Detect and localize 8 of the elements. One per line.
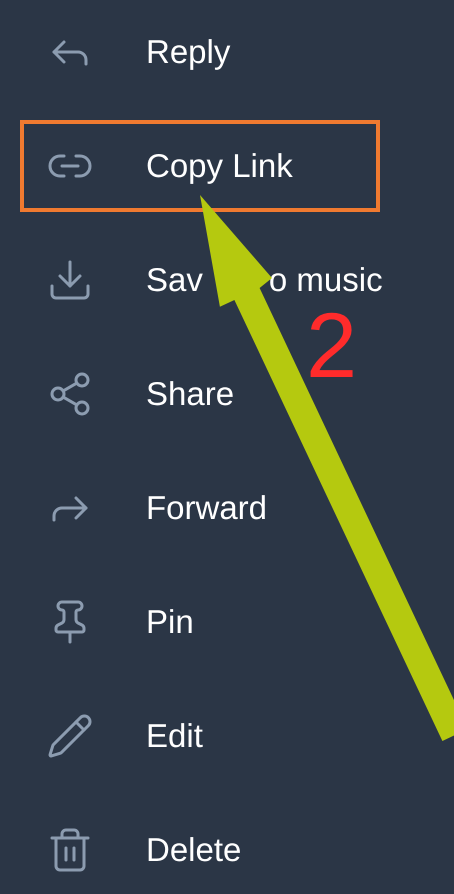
menu-item[interactable]: Edit	[46, 712, 203, 760]
menu-item[interactable]: Copy Link	[46, 142, 293, 190]
menu-item[interactable]: Share	[46, 370, 234, 418]
menu-item[interactable]: Pin	[46, 598, 194, 646]
menu-item[interactable]: Reply	[46, 28, 230, 76]
pencil-icon	[46, 712, 94, 760]
menu-item[interactable]: Forward	[46, 484, 268, 532]
menu-item[interactable]: Delete	[46, 826, 242, 874]
